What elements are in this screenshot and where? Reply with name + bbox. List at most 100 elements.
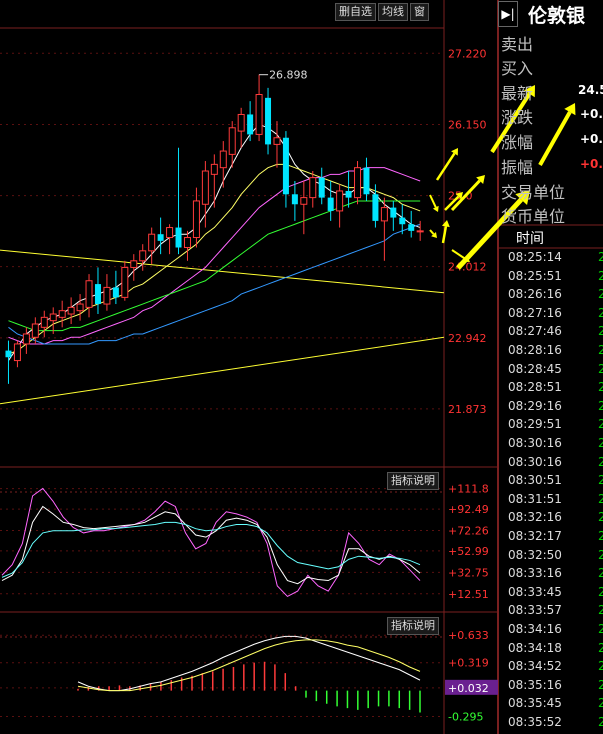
trade-row: 08:29:51 2 — [508, 417, 603, 432]
y-tick-label: +0.633 — [448, 629, 489, 642]
play-icon[interactable]: ▶| — [498, 1, 518, 27]
candle-body — [13, 343, 21, 362]
trade-value: 2 — [598, 529, 603, 543]
trade-time: 08:34:18 — [508, 640, 562, 655]
candle-body — [210, 163, 218, 175]
y-tick-label: +72.26 — [448, 525, 489, 538]
trade-time: 08:33:57 — [508, 603, 562, 618]
trade-value: 2 — [598, 491, 603, 506]
candle-body — [31, 323, 39, 338]
latest-label: 最新 — [501, 84, 534, 103]
trade-row: 08:33:16 2 — [508, 566, 603, 580]
candle-body — [372, 194, 379, 221]
trade-time: 08:26:16 — [508, 287, 562, 302]
candle-body — [103, 286, 111, 305]
candle-body — [300, 197, 308, 205]
delete-watchlist-button[interactable]: 删自选 — [335, 3, 376, 21]
trade-value: 2 — [598, 677, 603, 692]
trade-value: 2 — [598, 715, 603, 729]
trade-value: 2 — [598, 268, 603, 283]
chart-toolbar: 删自选 均线 窗 — [335, 3, 429, 21]
latest-value: 24.5 — [578, 83, 603, 97]
change-label: 涨跌 — [501, 108, 534, 127]
candle-body — [40, 316, 48, 328]
y-tick-label: +12.51 — [448, 588, 489, 601]
y-tick-label: 24.012 — [448, 261, 487, 274]
trade-value: 2 — [598, 398, 603, 413]
candle-body — [175, 227, 182, 248]
amplitude-label: 振幅 — [501, 158, 534, 177]
candle-body — [201, 170, 209, 205]
y-tick-label: 21.873 — [448, 403, 487, 416]
trade-value: 2 — [598, 343, 603, 357]
sell-label: 卖出 — [501, 35, 534, 54]
candle-body — [192, 200, 200, 239]
y-tick-label: +111.8 — [448, 483, 489, 496]
trade-value: 2 — [598, 417, 603, 432]
currency-unit-label: 货币单位 — [501, 207, 566, 226]
candle-body — [49, 313, 57, 322]
y-tick-label: +52.99 — [448, 545, 489, 558]
candle-body — [273, 137, 281, 145]
trade-value: 2 — [598, 287, 603, 302]
candle-body — [67, 306, 75, 315]
indicator-help-button-2[interactable]: 指标说明 — [387, 617, 439, 635]
amplitude-value: +0.2 — [580, 157, 603, 171]
candle-body — [5, 350, 12, 358]
trades-header: 时间 — [498, 226, 603, 248]
trade-time: 08:32:16 — [508, 510, 562, 525]
trade-value: 2 — [598, 659, 603, 674]
trade-time: 08:29:51 — [508, 417, 562, 432]
trade-unit-label: 交易单位 — [501, 183, 566, 202]
trade-value: 2 — [598, 696, 603, 711]
high-annotation: 26.898 — [269, 69, 308, 82]
trade-row: 08:30:51 2 — [508, 473, 603, 487]
trade-time: 08:28:45 — [508, 361, 562, 376]
candle-body — [345, 190, 352, 198]
y-tick-label: +0.319 — [448, 657, 489, 670]
trade-time: 08:34:52 — [508, 659, 562, 674]
window-button[interactable]: 窗 — [410, 3, 429, 21]
stock-name: 伦敦银 — [528, 4, 586, 27]
candle-body — [121, 266, 129, 298]
candle-body — [237, 113, 245, 132]
candle-body — [399, 217, 406, 225]
trade-value: 2 — [598, 622, 603, 636]
trade-time: 08:31:51 — [508, 491, 562, 506]
candle-body — [408, 224, 415, 231]
candle-body — [390, 207, 397, 218]
trade-value: 2 — [598, 250, 603, 264]
trade-row: 08:34:52 2 — [508, 659, 603, 674]
candle-body — [228, 127, 236, 155]
trade-value: 2 — [598, 380, 603, 395]
trade-time: 08:28:16 — [508, 343, 562, 357]
trade-row: 08:34:18 2 — [508, 640, 603, 655]
candle-body — [183, 237, 191, 248]
trade-row: 08:32:17 2 — [508, 529, 603, 543]
y-tick-label: 26.150 — [448, 118, 487, 131]
trade-time: 08:25:14 — [508, 250, 562, 264]
trade-time: 08:27:46 — [508, 324, 562, 339]
candle-body — [76, 303, 84, 312]
trade-row: 08:28:45 2 — [508, 361, 603, 376]
indicator-help-button[interactable]: 指标说明 — [387, 472, 439, 490]
y-tick-label: 22.942 — [448, 332, 487, 345]
moving-average-button[interactable]: 均线 — [378, 3, 408, 21]
trade-value: 2 — [598, 510, 603, 525]
candle-body — [327, 197, 334, 211]
y-tick-label: 27.220 — [448, 47, 487, 60]
trade-time: 08:28:51 — [508, 380, 562, 395]
trade-row: 08:32:16 2 — [508, 510, 603, 525]
trade-value: 2 — [598, 361, 603, 376]
trade-time: 08:32:17 — [508, 529, 562, 543]
trade-row: 08:27:16 2 — [508, 306, 603, 320]
trade-value: 2 — [598, 436, 603, 450]
trade-value: 2 — [598, 305, 603, 320]
candle-body — [318, 177, 325, 198]
candle-body — [130, 260, 138, 268]
pct-value: +0.0 — [580, 132, 603, 146]
trade-row: 08:35:16 2 — [508, 678, 603, 692]
trade-value: 2 — [598, 584, 603, 599]
candle-body — [354, 167, 362, 199]
trade-row: 08:30:16 2 — [508, 436, 603, 450]
